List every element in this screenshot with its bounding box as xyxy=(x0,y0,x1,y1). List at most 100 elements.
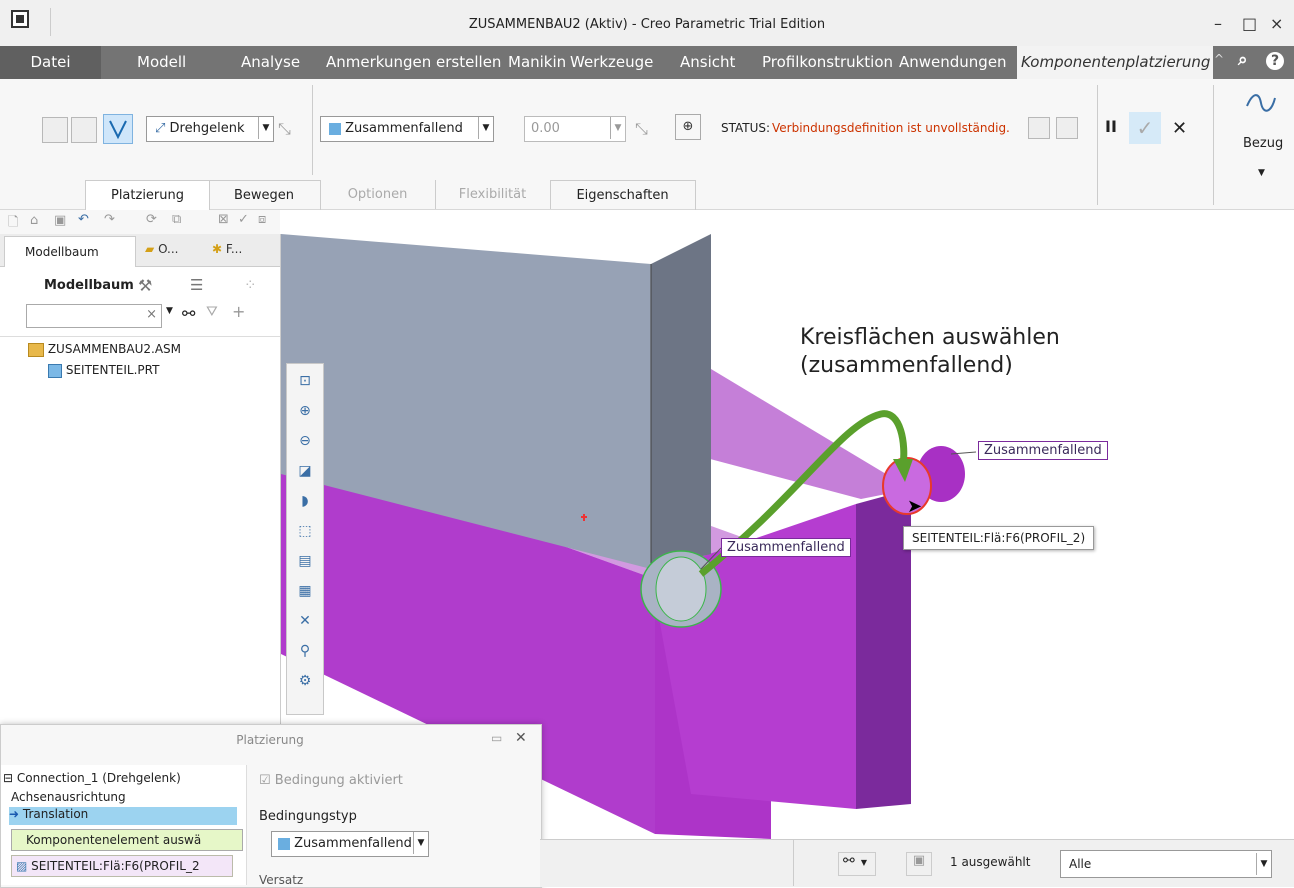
assembly-icon xyxy=(28,342,44,357)
constraint-enabled-checkbox[interactable]: ☑ Bedingung aktiviert xyxy=(259,773,403,788)
collapse-ribbon-icon[interactable]: ^ xyxy=(1214,52,1224,66)
new-icon[interactable]: 🗋 xyxy=(8,213,18,235)
divider xyxy=(1213,85,1214,205)
tab-anwendungen[interactable]: Anwendungen xyxy=(899,46,1007,79)
perspective-icon[interactable]: ▦ xyxy=(296,582,314,600)
tree-node-achsenausrichtung[interactable]: Achsenausrichtung xyxy=(11,790,126,804)
settings-icon[interactable]: ⚒ xyxy=(138,276,152,295)
constraint-label-top[interactable]: Zusammenfallend xyxy=(978,441,1108,460)
filter-display-icon[interactable]: ⁘ xyxy=(244,276,257,294)
subtab-bewegen[interactable]: Bewegen xyxy=(208,180,321,210)
joint-type-dropdown[interactable]: ⤢ Drehgelenk ▼ xyxy=(146,116,274,142)
chevron-down-icon: ▼ xyxy=(1256,853,1271,875)
subtab-eigenschaften[interactable]: Eigenschaften xyxy=(550,180,696,210)
tab-label: O... xyxy=(158,242,179,256)
constraint-type-value: Zusammenfallend xyxy=(294,836,412,851)
dock-icon[interactable]: ▭ xyxy=(491,731,502,745)
status-bar: ⚯ ▼ ▣ 1 ausgewählt Alle ▼ xyxy=(540,839,1294,887)
constraint-type-dropdown[interactable]: Zusammenfallend ▼ xyxy=(320,116,494,142)
filter-value: Alle xyxy=(1069,857,1092,871)
bezug-label[interactable]: Bezug xyxy=(1243,136,1283,151)
annotation-display-icon[interactable]: ⚲ xyxy=(296,642,314,660)
show-icon[interactable]: ☰ xyxy=(190,276,203,294)
search-icon[interactable]: ⌕ xyxy=(1238,50,1248,70)
close-button[interactable]: × xyxy=(1270,14,1283,33)
tab-datei[interactable]: Datei xyxy=(0,46,101,79)
repaint-icon[interactable]: ◪ xyxy=(296,462,314,480)
annotation-line1: Kreisflächen auswählen xyxy=(800,325,1060,350)
switch-window-icon[interactable]: ⧈ xyxy=(258,212,266,227)
tab-werkzeuge[interactable]: Werkzeuge xyxy=(570,46,653,79)
display-style-icon[interactable]: ◗ xyxy=(296,492,314,510)
chevron-down-icon[interactable]: ▼ xyxy=(1258,168,1265,178)
save-icon[interactable]: ▣ xyxy=(54,213,66,228)
undo-icon[interactable]: ↶ xyxy=(78,212,89,227)
pause-icon[interactable]: II xyxy=(1105,117,1117,136)
maximize-button[interactable]: □ xyxy=(1242,14,1257,33)
tab-analyse[interactable]: Analyse xyxy=(241,46,300,79)
offset-input[interactable]: 0.00 ▼ xyxy=(524,116,626,142)
tree-search-input[interactable]: × xyxy=(26,304,162,328)
regenerate-icon[interactable]: ⟳ xyxy=(146,212,157,227)
chevron-down-icon[interactable]: ▼ xyxy=(166,306,173,316)
windows-icon[interactable]: ⧉ xyxy=(172,212,181,227)
ok-check-icon[interactable]: ✓ xyxy=(1129,112,1161,144)
tab-favoriten[interactable]: ✱ F... xyxy=(212,242,242,256)
tab-manikin[interactable]: Manikin xyxy=(508,46,566,79)
tab-profilkonstruktion[interactable]: Profilkonstruktion xyxy=(762,46,893,79)
cursor-icon: ➤ xyxy=(907,496,923,517)
tree-item-assembly[interactable]: ZUSAMMENBAU2.ASM xyxy=(28,342,181,357)
clear-icon[interactable]: × xyxy=(146,307,157,322)
binoculars-icon[interactable]: ⚯ xyxy=(182,304,195,323)
selection-tooltip: SEITENTEIL:Flä:F6(PROFIL_2) xyxy=(903,526,1095,550)
check-icon[interactable]: ✓ xyxy=(238,212,249,227)
subtab-optionen[interactable]: Optionen xyxy=(320,180,436,209)
refit-icon[interactable]: ⊡ xyxy=(296,372,314,390)
user-defined-icon[interactable] xyxy=(42,117,68,143)
saved-orientations-icon[interactable]: ⬚ xyxy=(296,522,314,540)
close-window-icon[interactable]: ⊠ xyxy=(218,212,229,227)
tree-item-part[interactable]: SEITENTEIL.PRT xyxy=(48,363,159,378)
separate-window-icon[interactable] xyxy=(1028,117,1050,139)
datum-display-icon[interactable]: ✕ xyxy=(296,612,314,630)
open-icon[interactable]: ⌂ xyxy=(30,213,38,228)
constraint-set-icon[interactable] xyxy=(71,117,97,143)
binoculars-icon: ⚯ xyxy=(843,853,855,869)
subtab-flexibilitaet[interactable]: Flexibilität xyxy=(435,180,551,209)
assembly-window-icon[interactable] xyxy=(1056,117,1078,139)
component-reference[interactable]: ▨ SEITENTEIL:Flä:F6(PROFIL_2 xyxy=(11,855,233,877)
minimize-button[interactable]: – xyxy=(1214,14,1222,33)
flip-icon[interactable]: ⤡ xyxy=(278,119,291,139)
dialog-constraint-type-dropdown[interactable]: Zusammenfallend ▼ xyxy=(271,831,429,857)
select-component-reference[interactable]: Komponentenelement auswä xyxy=(11,829,243,851)
move-icon[interactable]: ⊕ xyxy=(675,114,701,140)
window-title: ZUSAMMENBAU2 (Aktiv) - Creo Parametric T… xyxy=(468,17,826,32)
spin-center-icon[interactable]: ⚙ xyxy=(296,672,314,690)
close-icon[interactable]: ✕ xyxy=(515,730,527,746)
redo-icon[interactable]: ↷ xyxy=(104,212,115,227)
zoom-out-icon[interactable]: ⊖ xyxy=(296,432,314,450)
tab-anmerkungen[interactable]: Anmerkungen erstellen xyxy=(326,46,501,79)
coincident-icon xyxy=(278,837,290,850)
tree-node-connection[interactable]: ⊟ Connection_1 (Drehgelenk) xyxy=(3,771,181,785)
flip-offset-icon[interactable]: ⤡ xyxy=(635,119,648,139)
tab-komponentenplatzierung[interactable]: Komponentenplatzierung xyxy=(1017,46,1213,79)
datum-curve-icon[interactable] xyxy=(1243,88,1279,118)
help-icon[interactable]: ? xyxy=(1266,52,1284,70)
cancel-x-icon[interactable]: ✕ xyxy=(1172,118,1187,139)
tree-node-translation[interactable]: ➜ Translation xyxy=(9,807,237,825)
constraint-label-bottom[interactable]: Zusammenfallend xyxy=(721,538,851,557)
filter-icon[interactable]: ⛛ xyxy=(206,304,218,320)
tab-modell[interactable]: Modell xyxy=(137,46,186,79)
add-icon[interactable]: + xyxy=(232,302,245,321)
selection-filter-dropdown[interactable]: Alle ▼ xyxy=(1060,850,1272,878)
zoom-in-icon[interactable]: ⊕ xyxy=(296,402,314,420)
find-button[interactable]: ⚯ ▼ xyxy=(838,852,876,876)
selection-icon[interactable]: ▣ xyxy=(906,852,932,876)
tab-modellbaum[interactable]: Modellbaum xyxy=(4,236,136,267)
mechanism-connection-icon[interactable] xyxy=(103,114,133,144)
subtab-platzierung[interactable]: Platzierung xyxy=(85,180,210,210)
view-manager-icon[interactable]: ▤ xyxy=(296,552,314,570)
tab-ordner[interactable]: ▰ O... xyxy=(145,242,178,256)
tab-ansicht[interactable]: Ansicht xyxy=(680,46,735,79)
